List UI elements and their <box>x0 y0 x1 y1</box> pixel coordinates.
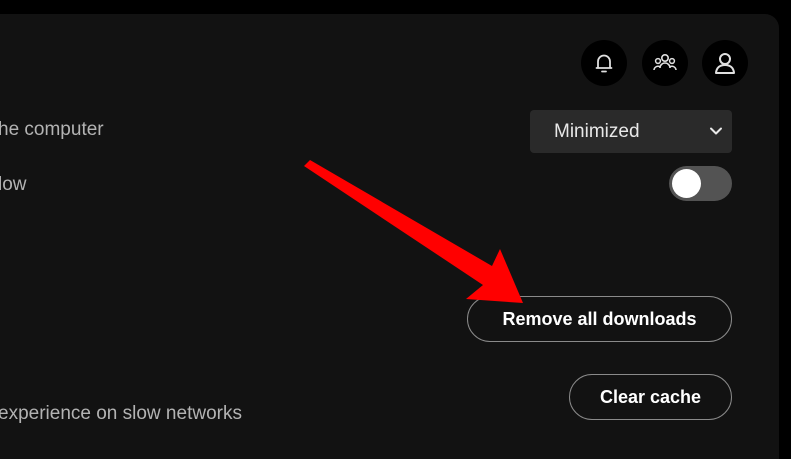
bell-icon <box>595 54 613 73</box>
close-button-behavior-select[interactable]: Minimized <box>530 110 732 153</box>
close-button-setting-label: he computer <box>0 119 104 140</box>
chevron-down-icon <box>710 127 722 135</box>
settings-panel: he computer Minimized low Remove all dow… <box>0 14 779 459</box>
toggle-knob <box>672 169 701 198</box>
cache-setting-label: experience on slow networks <box>0 403 242 424</box>
animation-setting-label: low <box>0 174 27 195</box>
close-button-behavior-value: Minimized <box>554 120 640 142</box>
friend-activity-button[interactable] <box>642 40 688 86</box>
friend-activity-icon <box>653 54 677 71</box>
notifications-button[interactable] <box>581 40 627 86</box>
animation-toggle[interactable] <box>669 166 732 201</box>
user-profile-button[interactable] <box>702 40 748 86</box>
remove-all-downloads-button[interactable]: Remove all downloads <box>467 296 732 342</box>
user-icon <box>715 53 735 74</box>
clear-cache-button[interactable]: Clear cache <box>569 374 732 420</box>
